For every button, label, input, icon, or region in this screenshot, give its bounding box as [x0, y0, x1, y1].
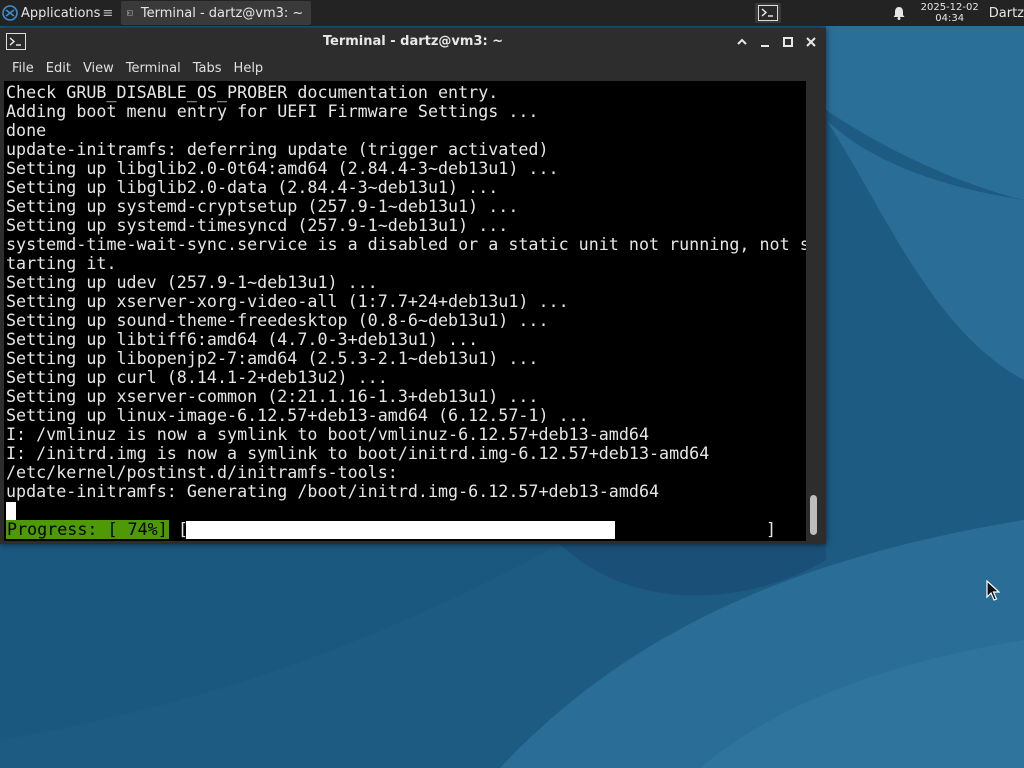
- terminal-launcher-button[interactable]: [754, 3, 781, 23]
- close-icon: [806, 37, 816, 47]
- window-title: Terminal - dartz@vm3: ~: [322, 34, 504, 49]
- taskbar-item-label: Terminal - dartz@vm3: ~: [140, 5, 304, 21]
- user-menu[interactable]: Dartz: [989, 6, 1024, 21]
- minimize-icon: [761, 45, 769, 47]
- terminal-line: Setting up curl (8.14.1-2+deb13u2) ...: [6, 367, 388, 387]
- progress-close-bracket: ]: [766, 519, 777, 539]
- shade-button[interactable]: [734, 34, 750, 50]
- terminal-line: Setting up sound-theme-freedesktop (0.8-…: [6, 310, 549, 330]
- terminal-line: update-initramfs: deferring update (trig…: [6, 139, 549, 159]
- terminal-text: Check GRUB_DISABLE_OS_PROBER documentati…: [4, 81, 806, 501]
- mouse-pointer-icon: [986, 580, 1000, 601]
- progress-bar: [186, 521, 766, 539]
- terminal-line: tarting it.: [6, 253, 117, 273]
- scrollbar-thumb[interactable]: [810, 495, 817, 535]
- close-button[interactable]: [803, 34, 819, 50]
- maximize-icon: [783, 37, 793, 47]
- applications-label: Applications: [21, 5, 101, 21]
- terminal-output[interactable]: Check GRUB_DISABLE_OS_PROBER documentati…: [4, 81, 806, 541]
- terminal-line: Setting up xserver-xorg-video-all (1:7.7…: [6, 291, 569, 311]
- menu-help[interactable]: Help: [230, 61, 272, 76]
- terminal-line: Setting up linux-image-6.12.57+deb13-amd…: [6, 405, 589, 425]
- cursor-line: [4, 501, 806, 520]
- maximize-button[interactable]: [780, 34, 796, 50]
- terminal-line: I: /vmlinuz is now a symlink to boot/vml…: [6, 424, 649, 444]
- terminal-line: /etc/kernel/postinst.d/initramfs-tools:: [6, 462, 398, 482]
- menu-tabs[interactable]: Tabs: [189, 61, 230, 76]
- applications-menu-button[interactable]: Applications ≡: [0, 0, 117, 26]
- terminal-line: Setting up libglib2.0-0t64:amd64 (2.84.4…: [6, 158, 559, 178]
- terminal-launcher-icon: [757, 5, 778, 21]
- terminal-window: Terminal - dartz@vm3: ~ File Edit View T…: [0, 28, 826, 544]
- xfce-logo-icon: [2, 5, 18, 21]
- menu-terminal[interactable]: Terminal: [122, 61, 189, 76]
- clock-time: 04:34: [935, 13, 965, 24]
- terminal-line: Setting up libopenjp2-7:amd64 (2.5.3-2.1…: [6, 348, 539, 368]
- progress-bar-fill: [186, 521, 616, 539]
- terminal-line: Adding boot menu entry for UEFI Firmware…: [6, 101, 539, 121]
- progress-line: Progress: [ 74%] [ ]: [4, 520, 806, 539]
- terminal-line: Setting up libglib2.0-data (2.84.4-3~deb…: [6, 177, 499, 197]
- notification-bell-icon[interactable]: [891, 5, 907, 21]
- terminal-line: done: [6, 120, 47, 140]
- panel-clock[interactable]: 2025-12-02 04:34: [921, 2, 979, 24]
- terminal-line: Check GRUB_DISABLE_OS_PROBER documentati…: [6, 82, 499, 102]
- terminal-line: systemd-time-wait-sync.service is a disa…: [6, 234, 806, 254]
- minimize-button[interactable]: [757, 34, 773, 50]
- terminal-line: I: /initrd.img is now a symlink to boot/…: [6, 443, 710, 463]
- terminal-line: Setting up libtiff6:amd64 (4.7.0-3+deb13…: [6, 329, 479, 349]
- menu-view[interactable]: View: [79, 61, 122, 76]
- terminal-icon: [127, 10, 133, 16]
- menu-file[interactable]: File: [0, 61, 42, 76]
- terminal-line: Setting up systemd-cryptsetup (257.9-1~d…: [6, 196, 519, 216]
- terminal-line: update-initramfs: Generating /boot/initr…: [6, 481, 660, 501]
- top-panel: Applications ≡ Terminal - dartz@vm3: ~ 2…: [0, 0, 1024, 26]
- terminal-line: Setting up xserver-common (2:21.1.16-1.3…: [6, 386, 539, 406]
- progress-label: Progress: [ 74%]: [6, 519, 169, 539]
- menu-edit[interactable]: Edit: [42, 61, 79, 76]
- window-titlebar[interactable]: Terminal - dartz@vm3: ~: [0, 28, 826, 56]
- terminal-scrollbar[interactable]: [806, 81, 824, 541]
- menu-bar: File Edit View Terminal Tabs Help: [0, 56, 826, 80]
- taskbar-item-terminal[interactable]: Terminal - dartz@vm3: ~: [121, 1, 312, 25]
- terminal-line: Setting up systemd-timesyncd (257.9-1~de…: [6, 215, 509, 235]
- terminal-line: Setting up udev (257.9-1~deb13u1) ...: [6, 272, 378, 292]
- chevron-up-icon: [737, 38, 747, 45]
- text-cursor: [6, 502, 16, 520]
- applications-menu-glyph: ≡: [102, 5, 114, 21]
- clock-date: 2025-12-02: [920, 2, 979, 13]
